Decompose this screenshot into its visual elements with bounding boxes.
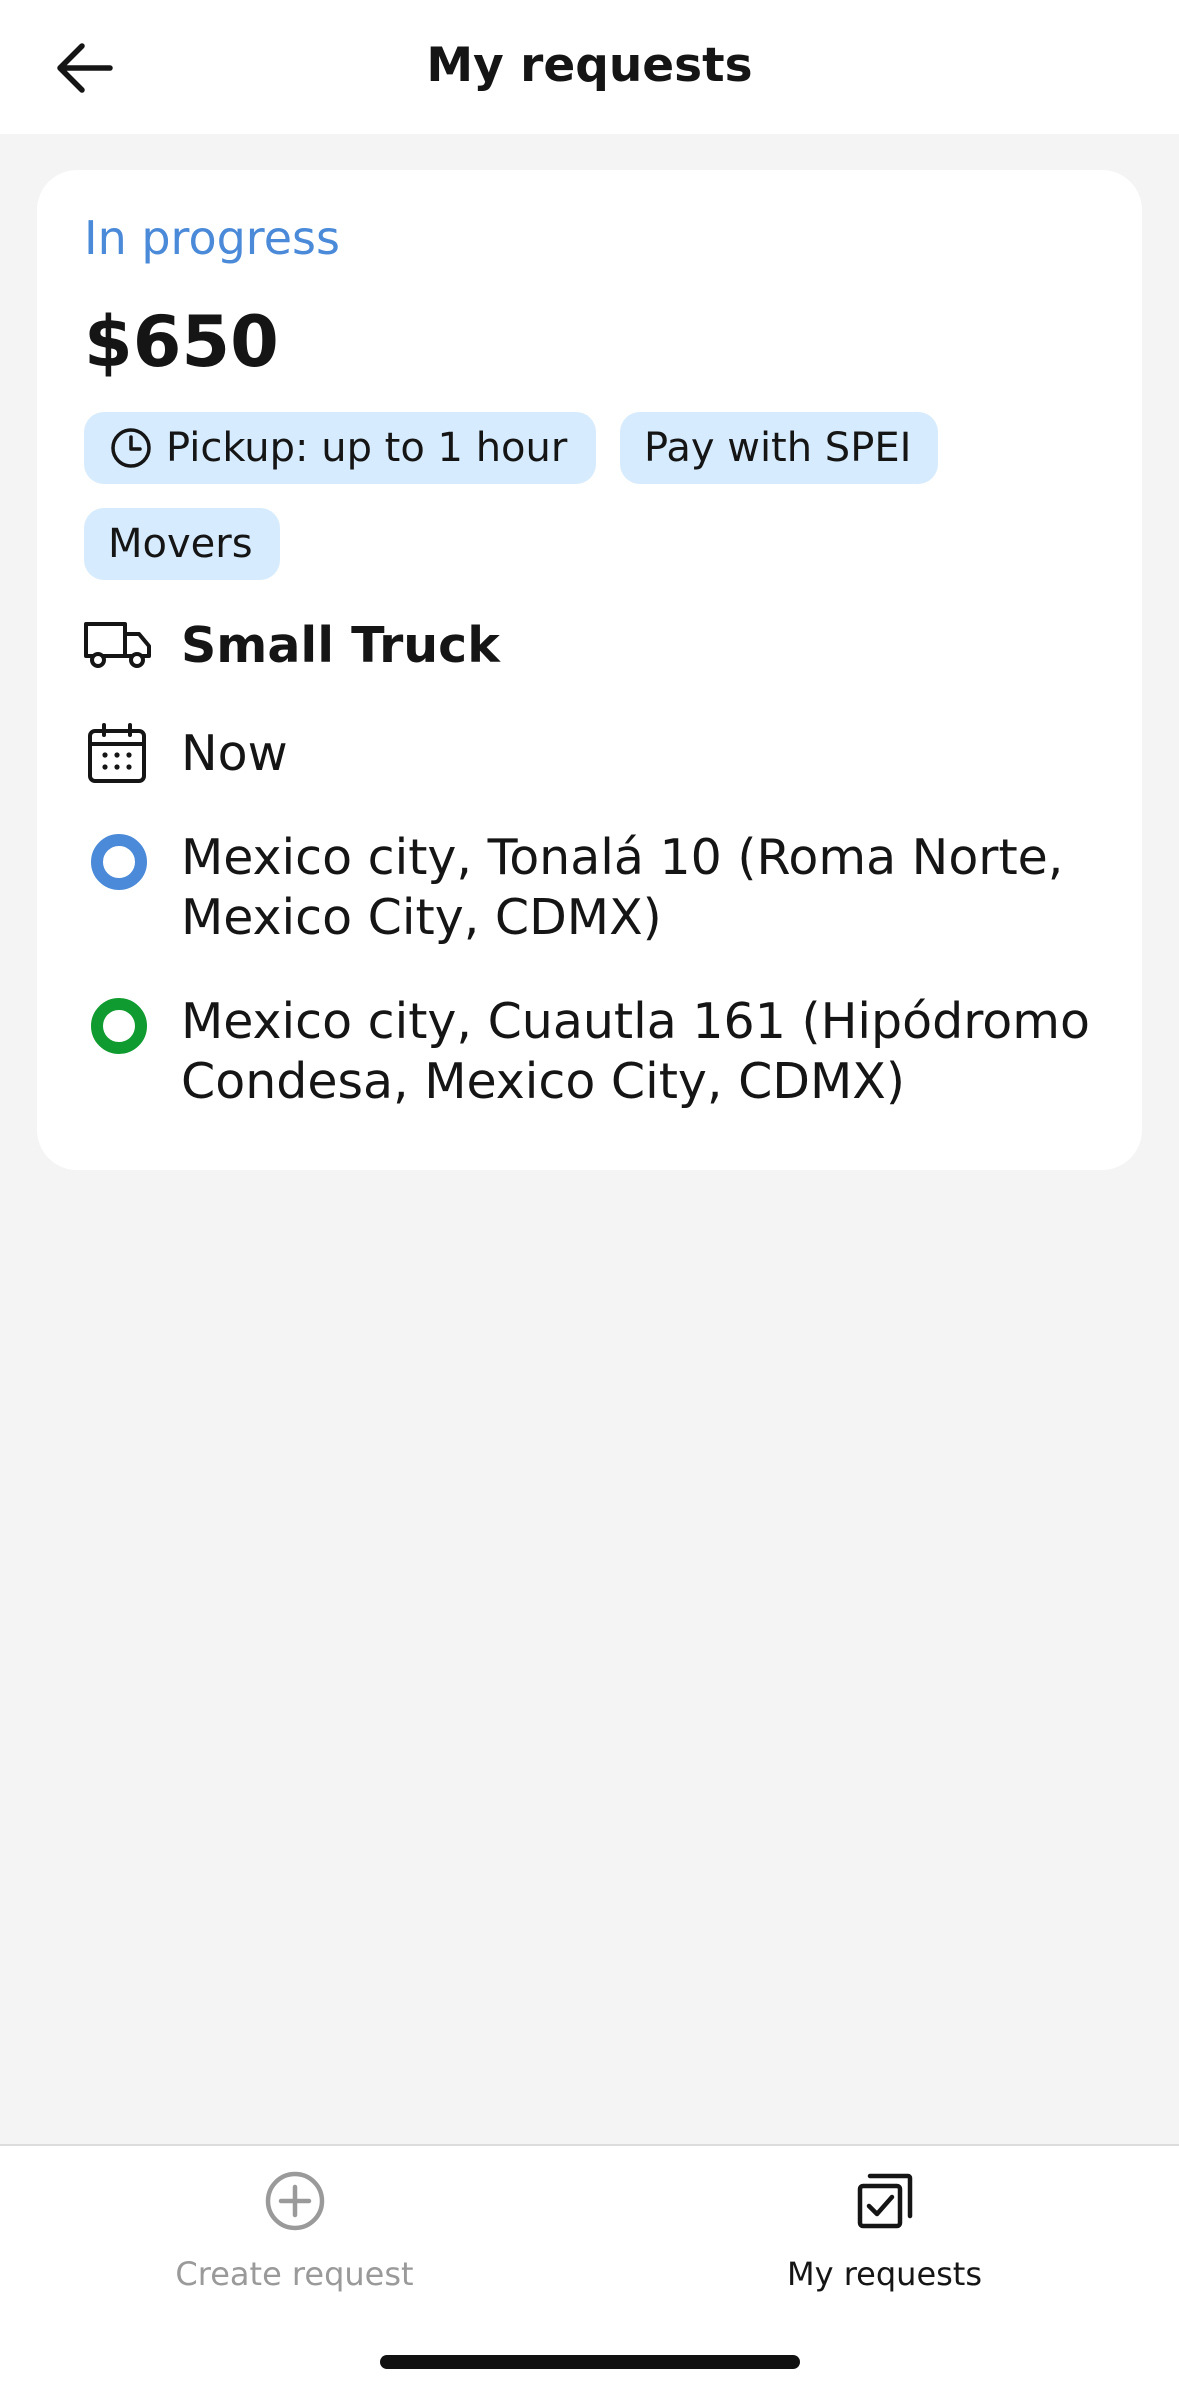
home-indicator <box>380 2355 800 2369</box>
page-title: My requests <box>426 38 753 93</box>
destination-marker-icon <box>91 998 147 1054</box>
price: $650 <box>84 301 279 383</box>
pickup-chip: Pickup: up to 1 hour <box>84 412 596 484</box>
calendar-icon <box>85 722 149 786</box>
clock-icon <box>110 427 152 469</box>
tab-create-request-label: Create request <box>175 2255 414 2293</box>
movers-chip-label: Movers <box>108 521 253 567</box>
tab-my-requests[interactable]: My requests <box>590 2146 1179 2316</box>
vehicle-type: Small Truck <box>181 617 500 674</box>
truck-icon <box>81 616 155 672</box>
checked-stack-icon <box>857 2173 912 2229</box>
plus-circle-icon <box>265 2171 324 2231</box>
pickup-time: Now <box>181 725 288 782</box>
origin-address: Mexico city, Tonalá 10 (Roma Norte, Mexi… <box>181 829 1064 946</box>
origin-marker-icon <box>91 834 147 890</box>
payment-chip: Pay with SPEI <box>620 412 938 484</box>
destination-address: Mexico city, Cuautla 161 (Hipódromo Cond… <box>181 993 1090 1110</box>
tab-create-request[interactable]: Create request <box>0 2146 589 2316</box>
request-card[interactable]: In progress $650 Pickup: up to 1 hour Pa… <box>37 170 1142 1170</box>
status-label: In progress <box>84 211 340 265</box>
pickup-chip-label: Pickup: up to 1 hour <box>166 425 568 471</box>
tab-my-requests-label: My requests <box>786 2255 983 2293</box>
top-bar: My requests <box>0 0 1179 134</box>
movers-chip: Movers <box>84 508 280 580</box>
payment-chip-label: Pay with SPEI <box>644 425 912 471</box>
